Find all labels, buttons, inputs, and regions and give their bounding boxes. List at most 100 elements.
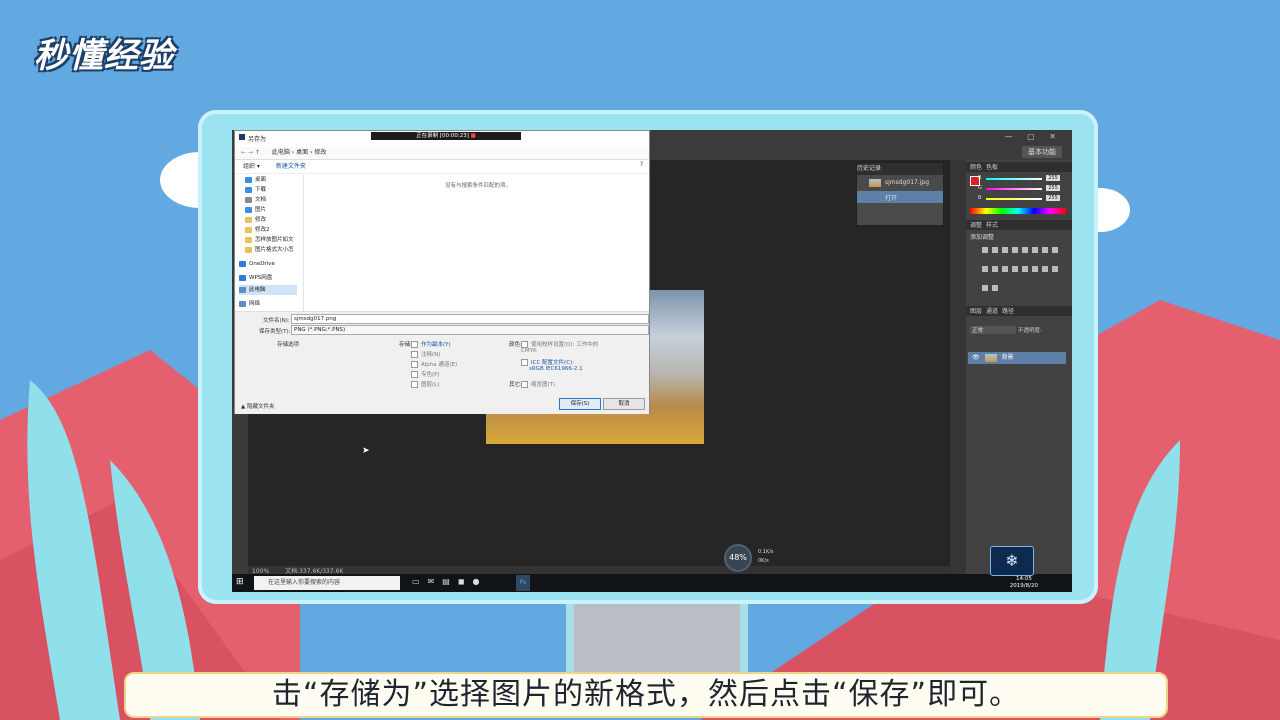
nav-folder-3[interactable]: 怎样放图片如文	[245, 235, 303, 245]
windows-taskbar: ⊞ 在这里输入你要搜索的内容 ▭✉▤◼● Ps 14:05 2019/8/20	[232, 574, 1072, 592]
taskbar-app-icons[interactable]: ▭✉▤◼●	[412, 577, 487, 586]
right-panels: 颜色 色板 R 255 G 255 B 255 调整 样式 添加调整 图层 通道 路径	[966, 160, 1072, 574]
navigation-pane: 桌面 下载 文档 图片 修改 修改2 怎样放图片如文 图片格式大小怎 OneDr…	[237, 175, 304, 311]
history-snapshot[interactable]: sjmsdg017.jpg	[857, 177, 943, 189]
folder-icon	[245, 226, 252, 233]
organize-button[interactable]: 组织 ▾	[243, 163, 260, 170]
filename-label: 文件名(N):	[263, 318, 290, 324]
panel-icon-strip[interactable]	[950, 160, 966, 574]
color-spectrum[interactable]	[970, 208, 1066, 214]
ps-app-icon	[239, 134, 245, 140]
dialog-toolbar: 组织 ▾ 新建文件夹 ?	[235, 161, 649, 174]
layer-background[interactable]: 👁 背景	[968, 352, 1066, 364]
nav-documents[interactable]: 文档	[245, 195, 303, 205]
document-icon	[245, 196, 252, 203]
color-label: 颜色:	[509, 342, 522, 348]
blend-mode-select[interactable]: 正常	[970, 326, 1016, 334]
adjustment-icons[interactable]	[980, 240, 1060, 297]
history-panel: 历史记录 sjmsdg017.jpg 打开	[856, 162, 944, 226]
filetype-label: 保存类型(T):	[259, 329, 291, 335]
layer-name: 背景	[1001, 354, 1014, 361]
as-copy-checkbox[interactable]: 作为副本(Y)	[411, 340, 451, 348]
other-label: 其它:	[509, 382, 522, 388]
cloud-icon	[239, 260, 246, 267]
icc-profile-checkbox[interactable]: ICC 配置文件(C):	[521, 358, 574, 366]
breadcrumb-3[interactable]: 修改	[314, 149, 326, 156]
save-as-dialog: 另存为 正在录制 [00:00:23] ■ ← → ↑ 此电脑 › 桌面 › 修…	[234, 130, 650, 414]
opacity-label: 不透明度:	[1018, 328, 1042, 334]
proof-setup-checkbox[interactable]: 使用校样设置(O): 工作中的 CMYK	[521, 340, 601, 354]
nav-this-pc[interactable]: 此电脑	[239, 285, 297, 295]
blue-slider[interactable]: B 255	[978, 195, 1066, 202]
breadcrumb-1[interactable]: 此电脑	[272, 149, 290, 156]
brand-logo: 秒懂经验	[34, 36, 174, 76]
subtitle-caption: 击“存储为”选择图片的新格式，然后点击“保存”即可。	[124, 672, 1168, 718]
nav-pictures[interactable]: 图片	[245, 205, 303, 215]
window-controls[interactable]: — ▢ ✕	[1005, 132, 1062, 141]
icc-profile-value: sRGB IEC61966-2.1	[529, 366, 583, 372]
adjust-tabs[interactable]: 调整 样式	[966, 220, 1072, 230]
cancel-button[interactable]: 取消	[603, 398, 645, 410]
thumbnail-checkbox[interactable]: 缩览图(T)	[521, 380, 555, 388]
breadcrumb-2[interactable]: 桌面	[296, 149, 308, 156]
nav-folder-xiugai[interactable]: 修改	[245, 215, 303, 225]
screen: — ▢ ✕ 基本功能 100% 文档:337.6K/337.6K 历史记录 sj…	[232, 130, 1072, 592]
layer-thumb	[984, 353, 997, 362]
forward-arrow-icon[interactable]: →	[248, 149, 253, 156]
annotations-checkbox[interactable]: 注释(N)	[411, 350, 440, 358]
history-item-open[interactable]: 打开	[857, 191, 943, 203]
layers-tabs[interactable]: 图层 通道 路径	[966, 306, 1072, 316]
nav-desktop[interactable]: 桌面	[245, 175, 303, 185]
nav-downloads[interactable]: 下载	[245, 185, 303, 195]
status-bar: 100% 文档:337.6K/337.6K	[248, 566, 950, 575]
recording-timer: 正在录制 [00:00:23]	[416, 133, 469, 139]
system-clock[interactable]: 14:05 2019/8/20	[1010, 576, 1038, 590]
nav-folder-xiugai2[interactable]: 修改2	[245, 225, 303, 235]
folder-icon	[245, 246, 252, 253]
help-icon[interactable]: ?	[640, 161, 643, 168]
folder-icon	[245, 236, 252, 243]
computer-icon	[239, 286, 246, 293]
snapshot-thumb	[869, 179, 881, 187]
recording-toolbar[interactable]: 正在录制 [00:00:23] ■	[371, 132, 521, 140]
save-options-form: 文件名(N): sjmsdg017.png 保存类型(T): PNG (*.PN…	[235, 311, 649, 414]
layers-checkbox[interactable]: 图层(L)	[411, 380, 439, 388]
network-speed-readout: 0.1K/s 0K/s	[758, 549, 774, 564]
empty-results-message: 没有与搜索条件匹配的项。	[445, 183, 512, 189]
snowflake-icon: ❄	[990, 546, 1034, 576]
color-tabs[interactable]: 颜色 色板	[966, 162, 1072, 172]
filename-input[interactable]: sjmsdg017.png	[291, 314, 649, 324]
dialog-title: 另存为	[248, 136, 267, 143]
folder-icon	[245, 216, 252, 223]
workspace-switcher[interactable]: 基本功能	[1022, 146, 1062, 158]
save-button[interactable]: 保存(S)	[559, 398, 601, 410]
spot-color-checkbox[interactable]: 专色(P)	[411, 370, 440, 378]
desktop-icon	[245, 176, 252, 183]
mouse-cursor-icon: ➤	[362, 446, 370, 456]
photoshop-taskbar-icon[interactable]: Ps	[516, 575, 530, 591]
nav-network[interactable]: 网络	[239, 299, 297, 309]
up-arrow-icon[interactable]: ↑	[255, 149, 260, 156]
nav-folder-4[interactable]: 图片格式大小怎	[245, 245, 303, 255]
record-stop-icon[interactable]: ■	[471, 133, 476, 139]
network-speed-widget[interactable]: 48%	[724, 544, 752, 572]
back-arrow-icon[interactable]: ←	[241, 149, 246, 156]
new-folder-button[interactable]: 新建文件夹	[276, 163, 306, 170]
history-tab[interactable]: 历史记录	[857, 163, 943, 175]
filetype-select[interactable]: PNG (*.PNG;*.PNS)	[291, 325, 649, 335]
nav-onedrive[interactable]: OneDrive	[239, 259, 297, 269]
alpha-channel-checkbox[interactable]: Alpha 通道(E)	[411, 360, 457, 368]
network-icon	[239, 300, 246, 307]
eye-icon[interactable]: 👁	[972, 354, 980, 361]
nav-wps-drive[interactable]: WPS网盘	[239, 273, 297, 283]
storage-label: 存储:	[399, 342, 412, 348]
windows-start-icon[interactable]: ⊞	[236, 577, 246, 587]
red-slider[interactable]: R 255	[978, 175, 1066, 182]
picture-icon	[245, 206, 252, 213]
taskbar-search-input[interactable]: 在这里输入你要搜索的内容	[254, 576, 400, 590]
download-icon	[245, 186, 252, 193]
green-slider[interactable]: G 255	[978, 185, 1066, 192]
address-bar[interactable]: ← → ↑ 此电脑 › 桌面 › 修改	[235, 147, 649, 160]
cloud-icon	[239, 274, 246, 281]
hide-folders-toggle[interactable]: ▲ 隐藏文件夹	[241, 402, 275, 410]
